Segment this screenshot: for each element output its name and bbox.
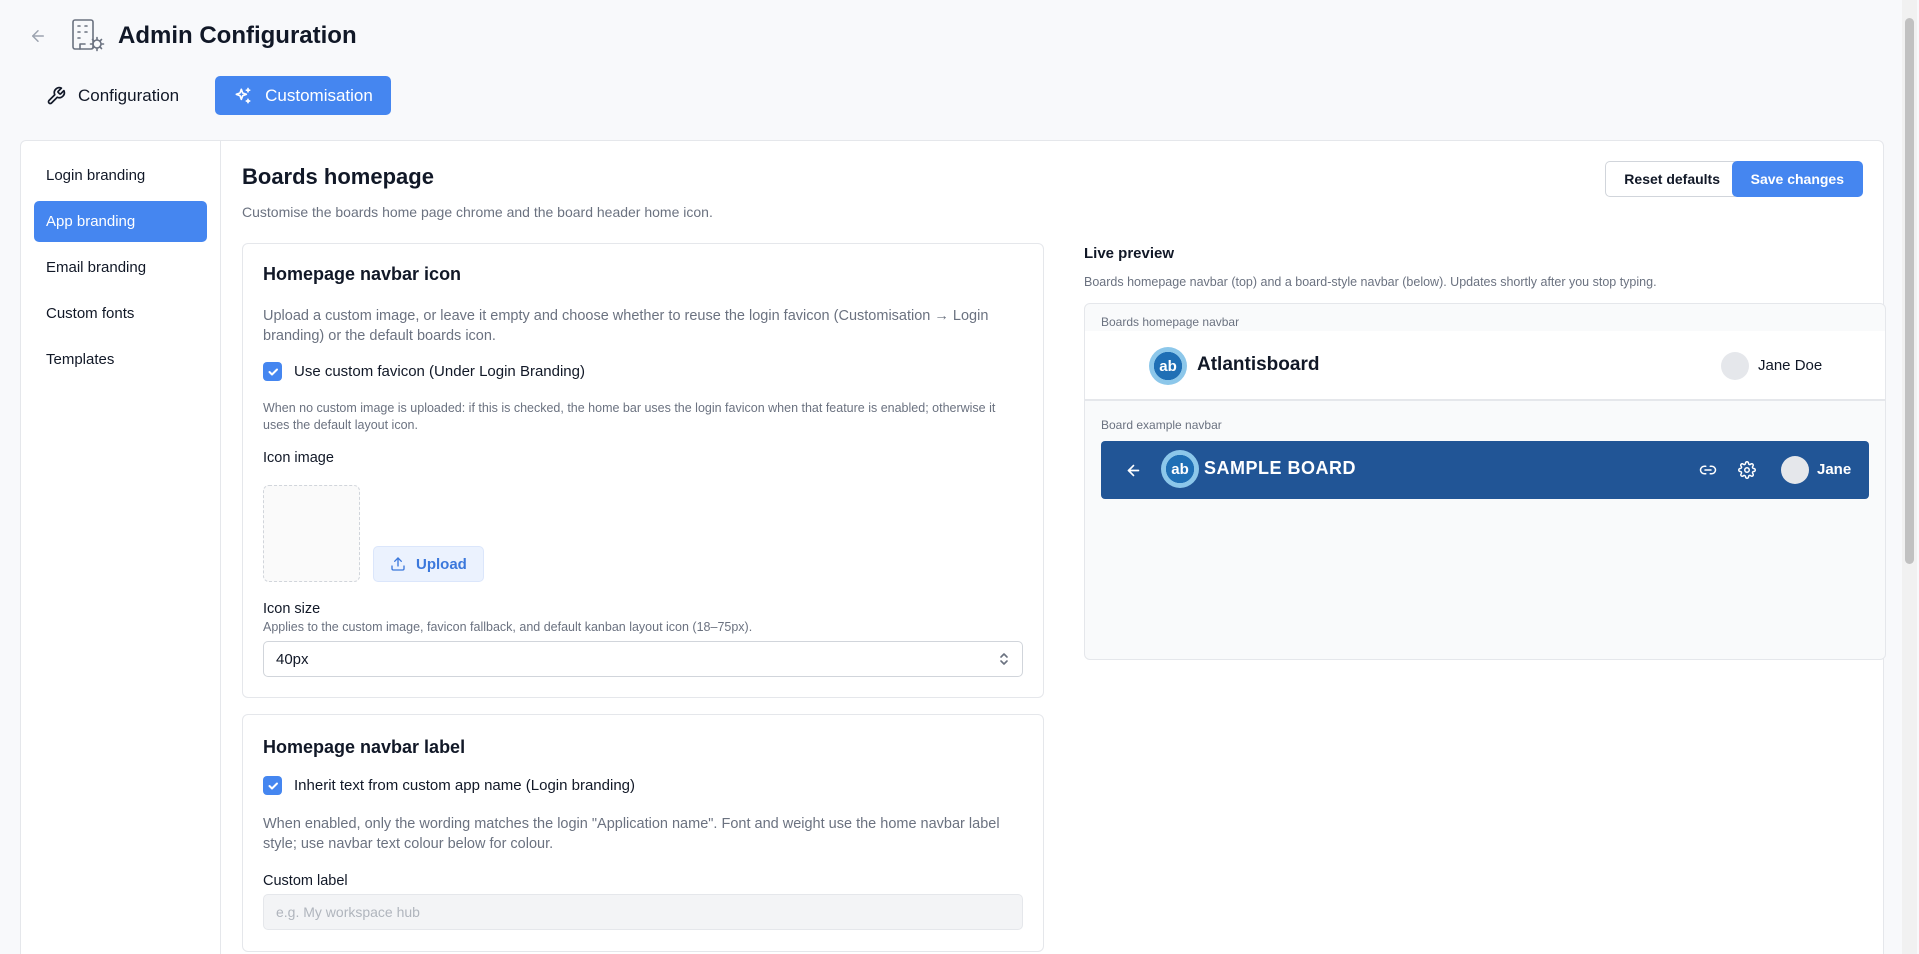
card-title: Homepage navbar label [263, 737, 466, 757]
upload-button[interactable]: Upload [373, 546, 484, 582]
live-preview-box: Boards homepage navbar ab Atlantisboard … [1084, 303, 1886, 660]
custom-label-input[interactable] [263, 894, 1023, 930]
check-icon [268, 368, 278, 375]
board-logo: ab [1161, 450, 1199, 488]
upload-label: Upload [416, 555, 467, 573]
checkbox-label: Use custom favicon (Under Login Branding… [294, 363, 585, 380]
main-tabs: Configuration Customisation [28, 76, 391, 115]
navbar-icon-card: Homepage navbar icon Upload a custom ima… [242, 243, 1044, 698]
icon-size-select[interactable]: 40px [263, 641, 1023, 677]
page-header: Admin Configuration [0, 0, 1900, 72]
gear-icon [1738, 461, 1756, 479]
sparkles-icon [235, 87, 251, 103]
avatar [1781, 456, 1809, 484]
card-title: Homepage navbar icon [263, 264, 462, 284]
section-subtitle: Customise the boards home page chrome an… [242, 204, 713, 220]
save-changes-button[interactable]: Save changes [1731, 161, 1863, 197]
tab-configuration[interactable]: Configuration [28, 76, 197, 115]
live-preview-subtitle: Boards homepage navbar (top) and a board… [1084, 275, 1657, 289]
tab-label: Customisation [265, 85, 373, 105]
back-button[interactable] [24, 22, 52, 50]
check-icon [268, 782, 278, 789]
live-preview-title: Live preview [1084, 245, 1175, 262]
inherit-app-name-checkbox[interactable] [263, 776, 282, 795]
board-navbar-preview: ab SAMPLE BOARD Jane [1101, 441, 1869, 499]
page-title: Admin Configuration [118, 22, 357, 49]
building-gear-icon [72, 19, 105, 52]
section-title: Boards homepage [242, 164, 434, 189]
home-user-name: Jane Doe [1758, 357, 1823, 374]
sidebar-item-login-branding[interactable]: Login branding [34, 155, 207, 196]
arrow-left-icon [32, 30, 44, 42]
inherit-app-name-row: Inherit text from custom app name (Login… [263, 776, 635, 795]
sidebar-item-app-branding[interactable]: App branding [34, 201, 207, 242]
board-navbar-label: Board example navbar [1101, 418, 1222, 432]
favicon-hint: When no custom image is uploaded: if thi… [263, 401, 996, 432]
home-navbar-preview: ab Atlantisboard Jane Doe [1085, 331, 1885, 401]
custom-label-heading: Custom label [263, 873, 348, 889]
board-title: SAMPLE BOARD [1204, 458, 1357, 478]
settings-panel: Login branding App branding Email brandi… [20, 140, 1886, 954]
card-description: Upload a custom image, or leave it empty… [263, 308, 989, 344]
icon-image-label: Icon image [263, 450, 334, 466]
wrench-icon [47, 86, 66, 104]
sidebar-item-templates[interactable]: Templates [34, 339, 207, 380]
avatar [1721, 352, 1749, 380]
inherit-description: When enabled, only the wording matches t… [263, 816, 1000, 852]
icon-size-hint: Applies to the custom image, favicon fal… [263, 620, 753, 634]
arrow-left-icon [1127, 464, 1140, 477]
settings-sidebar: Login branding App branding Email brandi… [21, 141, 221, 954]
logo-text: ab [1159, 357, 1177, 375]
board-user-name: Jane [1817, 461, 1852, 478]
page-scrollbar[interactable] [1902, 0, 1917, 954]
brand-logo: ab [1149, 347, 1187, 385]
reset-defaults-button[interactable]: Reset defaults [1605, 161, 1739, 197]
chevron-up-down-icon [1000, 653, 1008, 665]
upload-icon [391, 557, 405, 571]
link-icon [1699, 465, 1717, 475]
checkbox-label: Inherit text from custom app name (Login… [294, 777, 636, 794]
icon-size-label: Icon size [263, 601, 321, 617]
sidebar-item-email-branding[interactable]: Email branding [34, 247, 207, 288]
sidebar-item-custom-fonts[interactable]: Custom fonts [34, 293, 207, 334]
home-navbar-label: Boards homepage navbar [1101, 315, 1240, 329]
settings-content: Boards homepage Customise the boards hom… [221, 141, 1886, 954]
use-custom-favicon-row: Use custom favicon (Under Login Branding… [263, 362, 585, 381]
brand-name: Atlantisboard [1197, 354, 1320, 375]
logo-text: ab [1171, 460, 1189, 478]
icon-image-dropzone[interactable] [263, 485, 360, 582]
icon-size-value: 40px [276, 650, 309, 668]
tab-label: Configuration [78, 85, 180, 105]
use-custom-favicon-checkbox[interactable] [263, 362, 282, 381]
tab-customisation[interactable]: Customisation [215, 76, 391, 115]
scrollbar-thumb[interactable] [1905, 18, 1914, 564]
navbar-label-card: Homepage navbar label Inherit text from … [242, 714, 1044, 952]
